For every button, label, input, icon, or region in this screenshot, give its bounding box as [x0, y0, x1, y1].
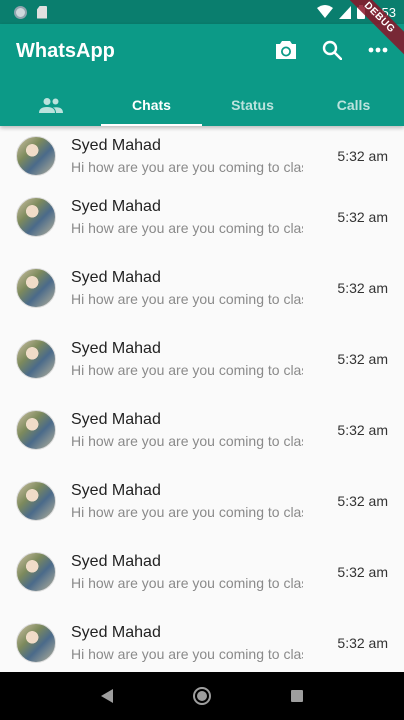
notification-icons [14, 5, 47, 19]
contact-name: Syed Mahad [71, 137, 161, 154]
last-message: Hi how are you are you coming to class [71, 362, 303, 378]
chat-row[interactable]: Syed Mahad Hi how are you are you coming… [0, 126, 404, 187]
last-message: Hi how are you are you coming to class [71, 159, 303, 175]
chat-row[interactable]: Syed Mahad Hi how are you are you coming… [0, 400, 404, 471]
message-time: 5:32 am [337, 148, 388, 164]
tab-chats[interactable]: Chats [101, 84, 202, 126]
last-message: Hi how are you are you coming to class [71, 575, 303, 591]
status-bar: 4:53 [0, 0, 404, 24]
chat-text: Syed Mahad Hi how are you are you coming… [71, 339, 331, 380]
avatar [16, 623, 56, 663]
last-message: Hi how are you are you coming to class [71, 646, 303, 662]
back-icon[interactable] [95, 684, 119, 708]
avatar [16, 197, 56, 237]
wifi-icon [316, 5, 333, 18]
app-notification-icon [14, 5, 27, 19]
avatar [16, 410, 56, 450]
message-time: 5:32 am [337, 635, 388, 651]
message-time: 5:32 am [337, 209, 388, 225]
app-bar: WhatsApp Chats Status Calls [0, 24, 404, 126]
message-time: 5:32 am [337, 280, 388, 296]
avatar [16, 339, 56, 379]
chat-text: Syed Mahad Hi how are you are you coming… [71, 481, 331, 522]
last-message: Hi how are you are you coming to class [71, 433, 303, 449]
contact-name: Syed Mahad [71, 340, 161, 357]
chat-text: Syed Mahad Hi how are you are you coming… [71, 268, 331, 309]
contact-name: Syed Mahad [71, 482, 161, 499]
app-actions [274, 38, 390, 62]
camera-icon[interactable] [274, 38, 298, 62]
chat-row[interactable]: Syed Mahad Hi how are you are you coming… [0, 471, 404, 542]
group-icon [38, 98, 63, 113]
tab-status[interactable]: Status [202, 84, 303, 126]
last-message: Hi how are you are you coming to class [71, 504, 303, 520]
system-nav-bar [0, 672, 404, 720]
tab-bar: Chats Status Calls [0, 84, 404, 126]
tab-calls[interactable]: Calls [303, 84, 404, 126]
last-message: Hi how are you are you coming to class [71, 220, 303, 236]
chat-text: Syed Mahad Hi how are you are you coming… [71, 410, 331, 451]
search-icon[interactable] [320, 38, 344, 62]
home-icon[interactable] [190, 684, 214, 708]
chat-text: Syed Mahad Hi how are you are you coming… [71, 197, 331, 238]
contact-name: Syed Mahad [71, 411, 161, 428]
contact-name: Syed Mahad [71, 624, 161, 641]
chat-row[interactable]: Syed Mahad Hi how are you are you coming… [0, 187, 404, 258]
chat-row[interactable]: Syed Mahad Hi how are you are you coming… [0, 258, 404, 329]
chat-row[interactable]: Syed Mahad Hi how are you are you coming… [0, 542, 404, 613]
chat-text: Syed Mahad Hi how are you are you coming… [71, 136, 331, 177]
contact-name: Syed Mahad [71, 553, 161, 570]
avatar [16, 552, 56, 592]
sd-card-icon [37, 5, 47, 19]
chat-row[interactable]: Syed Mahad Hi how are you are you coming… [0, 329, 404, 400]
message-time: 5:32 am [337, 351, 388, 367]
last-message: Hi how are you are you coming to class [71, 291, 303, 307]
avatar [16, 268, 56, 308]
chat-text: Syed Mahad Hi how are you are you coming… [71, 623, 331, 664]
contact-name: Syed Mahad [71, 198, 161, 215]
message-time: 5:32 am [337, 422, 388, 438]
chat-text: Syed Mahad Hi how are you are you coming… [71, 552, 331, 593]
avatar [16, 136, 56, 176]
chat-list: Syed Mahad Hi how are you are you coming… [0, 126, 404, 672]
tab-community[interactable] [0, 84, 101, 126]
message-time: 5:32 am [337, 493, 388, 509]
contact-name: Syed Mahad [71, 269, 161, 286]
app-title: WhatsApp [16, 40, 115, 62]
recents-icon[interactable] [285, 684, 309, 708]
more-options-icon[interactable] [366, 38, 390, 62]
chat-row[interactable]: Syed Mahad Hi how are you are you coming… [0, 613, 404, 672]
avatar [16, 481, 56, 521]
signal-icon [338, 5, 351, 19]
message-time: 5:32 am [337, 564, 388, 580]
